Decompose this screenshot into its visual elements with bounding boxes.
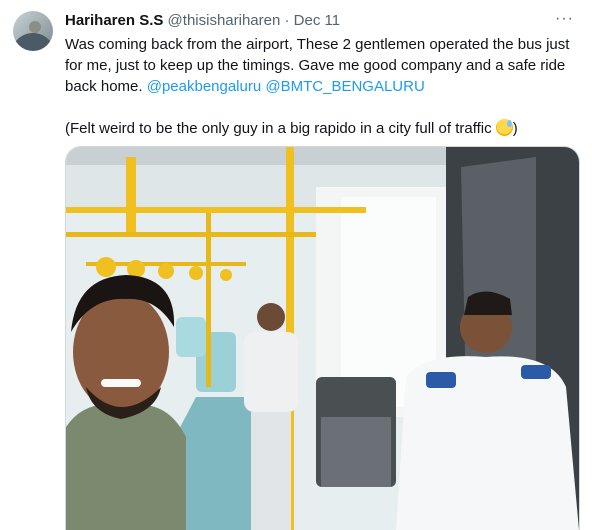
header-separator: · <box>284 12 290 29</box>
tweet-header: Hariharen S.S @thisishariharen · Dec 11 <box>65 11 340 31</box>
author-name[interactable]: Hariharen S.S <box>65 12 163 29</box>
tweet-text-aside-end: ) <box>512 120 518 137</box>
tweet-paragraph-1: Was coming back from the airport, These … <box>65 34 575 97</box>
tweet-text: Was coming back from the airport, These … <box>65 34 575 139</box>
tweet-date[interactable]: Dec 11 <box>294 12 340 29</box>
author-handle[interactable]: @thisishariharen <box>168 12 281 29</box>
author-avatar[interactable] <box>13 11 53 51</box>
mention-bmtc[interactable]: @BMTC_BENGALURU <box>265 78 424 95</box>
more-icon[interactable]: ··· <box>555 10 574 28</box>
bus-interior-photo <box>66 147 579 530</box>
mention-peakbengaluru[interactable]: @peakbengaluru <box>147 78 261 95</box>
tweet-text-aside: (Felt weird to be the only guy in a big … <box>65 120 496 137</box>
tweet-photo[interactable] <box>65 146 580 530</box>
tweet-paragraph-2: (Felt weird to be the only guy in a big … <box>65 118 575 139</box>
sweat-smile-emoji-icon <box>495 119 513 136</box>
